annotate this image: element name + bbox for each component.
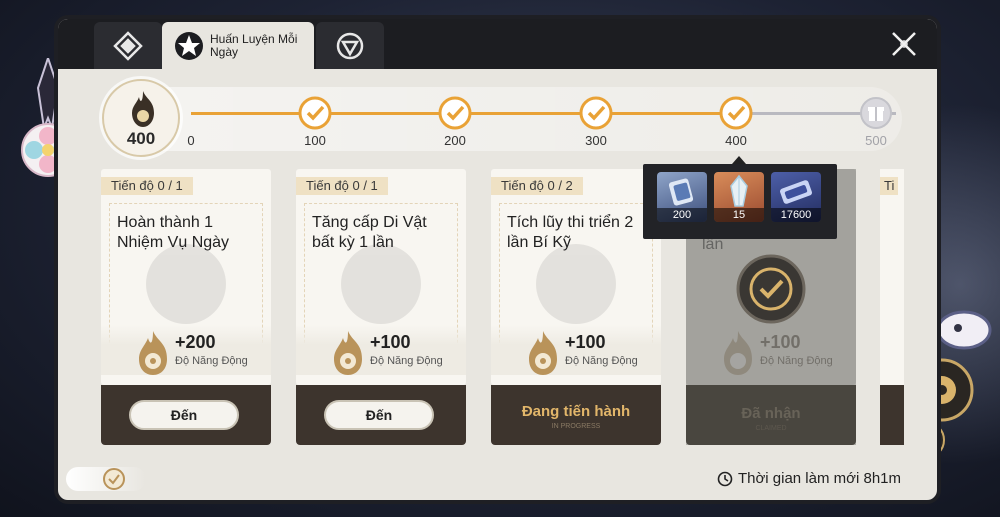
tab-label: Huấn Luyện Mỗi Ngày <box>210 31 298 59</box>
reward-unit: Độ Năng Động <box>565 355 638 367</box>
reward-item[interactable]: 200 <box>657 172 707 222</box>
close-icon[interactable] <box>889 29 919 59</box>
task-card: Tiến độ 0 / 1 Tăng cấp Di Vật bất kỳ 1 l… <box>296 169 466 445</box>
refresh-timer: Thời gian làm mới 8h1m <box>717 470 901 487</box>
activity-progress-strip <box>102 87 902 151</box>
flame-icon <box>529 331 557 375</box>
check-icon[interactable] <box>297 95 333 131</box>
milestone-label: 100 <box>304 133 326 148</box>
in-progress-sublabel: IN PROGRESS <box>551 423 601 430</box>
reward-count: 200 <box>657 208 707 222</box>
tooltip-arrow <box>732 156 746 164</box>
task-card-partial: Ti <box>880 169 904 445</box>
credit-icon <box>780 180 812 204</box>
compass-tab-icon <box>336 32 364 59</box>
milestone-label: 300 <box>585 133 607 148</box>
mini-badge[interactable] <box>66 467 146 491</box>
milestone-label: 500 <box>865 133 887 148</box>
task-title: Tăng cấp Di Vật bất kỳ 1 lần <box>312 214 427 251</box>
milestone-label: 400 <box>725 133 747 148</box>
reward-unit: Độ Năng Động <box>175 355 248 367</box>
crest-tab-icon <box>175 31 203 60</box>
reward-amount: +100 <box>565 332 606 352</box>
diamond-tab-icon <box>113 30 143 61</box>
task-title: Hoàn thành 1 Nhiệm Vụ Ngày <box>117 214 230 251</box>
check-icon[interactable] <box>437 95 473 131</box>
reward-item[interactable]: 17600 <box>771 172 821 222</box>
reward-count: 15 <box>714 208 764 222</box>
reward-unit: Độ Năng Động <box>370 355 443 367</box>
task-card: Tiến độ 0 / 2 Tích lũy thi triển 2 lần B… <box>491 169 661 445</box>
go-button[interactable]: Đến <box>324 400 434 430</box>
milestone-label: 200 <box>444 133 466 148</box>
task-progress: Tiến độ 0 / 2 <box>491 177 583 195</box>
refresh-label: Thời gian làm mới 8h1m <box>737 470 901 487</box>
emblem-icon <box>103 468 125 490</box>
reward-amount: +200 <box>175 332 216 352</box>
go-button[interactable]: Đến <box>129 400 239 430</box>
flame-icon <box>132 91 154 127</box>
tab-overview[interactable] <box>94 22 162 69</box>
tab-daily-training[interactable]: Huấn Luyện Mỗi Ngày <box>162 22 314 69</box>
title-bar: Huấn Luyện Mỗi Ngày <box>58 19 937 69</box>
task-title: Tích lũy thi triển 2 lần Bí Kỹ <box>507 214 634 251</box>
flame-icon <box>334 331 362 375</box>
daily-training-panel: Huấn Luyện Mỗi Ngày 400 0 100 200 300 400 500 <box>54 15 941 504</box>
clock-icon <box>717 471 733 486</box>
check-icon[interactable] <box>578 95 614 131</box>
milestone-label: 0 <box>187 133 195 148</box>
crystal-icon <box>730 174 748 207</box>
task-progress: Tiến độ 0 / 1 <box>296 177 388 195</box>
task-progress: Ti <box>880 177 899 195</box>
reward-count: 17600 <box>771 208 821 222</box>
exp-material-icon <box>668 178 694 206</box>
flame-icon <box>139 331 167 375</box>
gift-icon[interactable] <box>858 95 894 131</box>
task-card: Tiến độ 0 / 1 Hoàn thành 1 Nhiệm Vụ Ngày… <box>101 169 271 445</box>
reward-tooltip: 200 15 17600 <box>643 164 837 239</box>
task-progress: Tiến độ 0 / 1 <box>101 177 193 195</box>
reward-amount: +100 <box>370 332 411 352</box>
claimed-check-icon <box>736 254 806 324</box>
tab-assignments[interactable] <box>316 22 384 69</box>
reward-item[interactable]: 15 <box>714 172 764 222</box>
check-icon[interactable] <box>718 95 754 131</box>
in-progress-label: Đang tiến hành <box>521 403 631 420</box>
